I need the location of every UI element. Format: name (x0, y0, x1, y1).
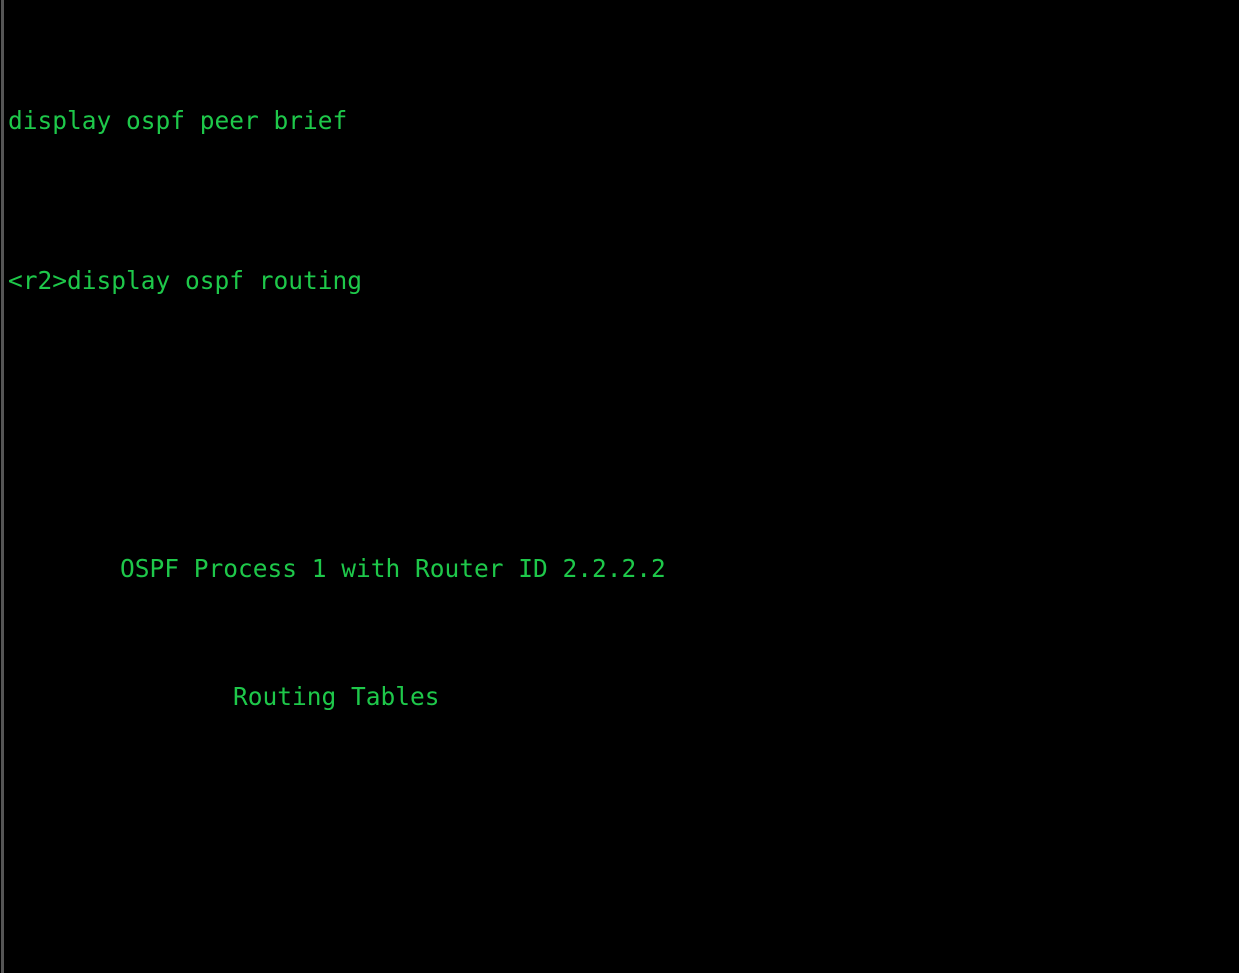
ospf-process-header: OSPF Process 1 with Router ID 2.2.2.2 (120, 554, 666, 583)
routing-tables-header: Routing Tables (233, 682, 440, 711)
command-prompt-line[interactable]: <r2>display ospf routing (0, 265, 1239, 297)
scrollback-partial-line: display ospf peer brief (8, 106, 348, 135)
window-left-edge (1, 0, 4, 973)
terminal-screen: display ospf peer brief <r2>display ospf… (0, 0, 1239, 973)
terminal-window[interactable]: display ospf peer brief <r2>display ospf… (0, 0, 1239, 973)
